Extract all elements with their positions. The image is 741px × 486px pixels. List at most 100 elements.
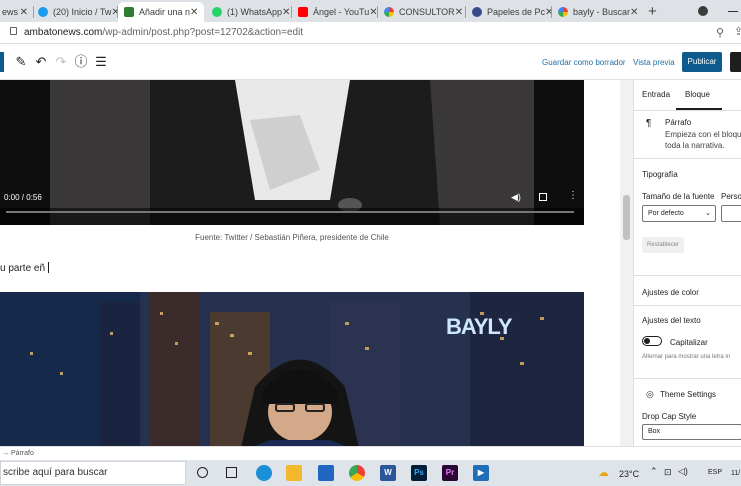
wordpress-icon	[124, 7, 134, 17]
profile-icon[interactable]	[698, 6, 708, 16]
breadcrumb-item[interactable]: → Párrafo	[2, 450, 34, 457]
tab-title: Ángel - YouTu	[313, 7, 370, 17]
block-inserter-button[interactable]	[0, 52, 4, 72]
info-icon[interactable]: ⓘ	[72, 53, 90, 71]
browser-tab-bar: ews ✕ (20) Inicio / Tw ✕ Añadir una n ✕ …	[0, 0, 741, 22]
clock[interactable]: 11/	[731, 470, 740, 477]
toggle-knob	[644, 338, 650, 344]
taskbar-search-placeholder: scribe aquí para buscar	[3, 467, 108, 478]
scrollbar-thumb[interactable]	[623, 195, 630, 240]
preview-button[interactable]: Vista previa	[633, 58, 675, 67]
tab-wordpress[interactable]: Añadir una n ✕	[118, 2, 204, 22]
network-icon[interactable]: ⊡	[664, 467, 672, 478]
close-icon[interactable]: ✕	[20, 7, 34, 18]
cortana-icon[interactable]	[197, 467, 208, 478]
editor-toolbar: ✎ ↶ ↷ ⓘ ☰ Guardar como borrador Vista pr…	[0, 44, 741, 80]
capitalize-label: Capitalizar	[670, 338, 708, 347]
temperature: 23°C	[619, 469, 640, 479]
settings-sidebar: Entrada Bloque ¶ Párrafo Empieza con el …	[633, 80, 741, 446]
volume-tray-icon[interactable]: ◁)	[678, 466, 688, 477]
url-path: /wp-admin/post.php?post=12702&action=edi…	[102, 27, 304, 38]
video-frame-image	[0, 80, 584, 225]
tab-entrada[interactable]: Entrada	[642, 90, 670, 99]
reset-button[interactable]: Restablecer	[642, 237, 684, 253]
zoom-icon[interactable]: ⚲	[716, 26, 724, 39]
tab-youtube[interactable]: Ángel - YouTu ✕	[292, 2, 378, 22]
tab-whatsapp[interactable]: (1) WhatsApp ✕	[206, 2, 292, 22]
bayly-sign: BAYLY	[446, 314, 513, 339]
premiere-icon[interactable]: Pr	[442, 465, 458, 481]
tab-0[interactable]: ews ✕	[0, 2, 34, 22]
drop-cap-select[interactable]: Box	[642, 424, 741, 440]
lock-icon	[10, 27, 17, 35]
paragraph-block-icon: ¶	[646, 118, 652, 129]
minimize-icon[interactable]	[728, 11, 738, 12]
url-field[interactable]: ambatonews.com/wp-admin/post.php?post=12…	[24, 27, 303, 38]
typography-heading[interactable]: Tipografía	[642, 170, 678, 179]
capitalize-toggle[interactable]	[642, 336, 662, 346]
block-description: Empieza con el bloque c	[665, 130, 741, 139]
new-tab-button[interactable]: +	[648, 3, 657, 20]
tab-title: Papeles de Pc	[487, 7, 546, 17]
capitalize-help: Alternar para mostrar una letra in	[642, 354, 731, 360]
language-indicator[interactable]: ESP	[708, 469, 722, 476]
video-embed-pinera[interactable]: 0:00 / 0:56 ◀) ⋮	[0, 80, 584, 225]
papeles-icon	[472, 7, 482, 17]
word-icon[interactable]: W	[380, 465, 396, 481]
video-embed-bayly[interactable]: BAYLY	[0, 292, 584, 446]
paragraph-block[interactable]: u parte eñ	[0, 262, 50, 274]
redo-icon[interactable]: ↷	[52, 53, 70, 71]
tab-bayly[interactable]: bayly - Buscar ✕	[552, 2, 638, 22]
file-explorer-icon[interactable]	[286, 465, 302, 481]
block-breadcrumb[interactable]: → Párrafo	[0, 446, 741, 460]
drop-cap-value: Box	[648, 428, 661, 435]
drop-cap-label: Drop Cap Style	[642, 412, 697, 421]
edge-icon[interactable]	[256, 465, 272, 481]
video-caption[interactable]: Fuente: Twitter / Sebastián Piñera, pres…	[0, 233, 584, 242]
mail-icon[interactable]	[318, 465, 334, 481]
custom-size-label: Perso	[721, 192, 741, 201]
text-settings-heading[interactable]: Ajustes del texto	[642, 316, 701, 325]
font-size-value: Por defecto	[648, 210, 684, 217]
volume-icon[interactable]: ◀)	[511, 192, 521, 203]
tray-chevron-icon[interactable]: ⌃	[650, 466, 658, 477]
close-icon[interactable]: ✕	[630, 7, 638, 18]
tab-title: (1) WhatsApp	[227, 7, 283, 17]
url-domain: ambatonews.com	[24, 27, 103, 38]
tab-title: (20) Inicio / Tw	[53, 7, 112, 17]
tab-bloque[interactable]: Bloque	[685, 90, 710, 99]
media-player-icon[interactable]: ▶	[473, 465, 489, 481]
close-icon[interactable]: ✕	[190, 7, 204, 18]
taskbar-search-box[interactable]: scribe aquí para buscar	[0, 461, 186, 485]
palette-icon: ◎	[646, 389, 654, 399]
more-options-icon[interactable]: ⋮	[568, 190, 578, 201]
photoshop-icon[interactable]: Ps	[411, 465, 427, 481]
fullscreen-icon[interactable]	[539, 193, 547, 201]
font-size-select[interactable]: Por defecto ⌄	[642, 205, 716, 222]
tab-title: Añadir una n	[139, 7, 191, 17]
paragraph-text: u parte eñ	[0, 263, 46, 274]
custom-size-input[interactable]	[721, 205, 741, 222]
list-view-icon[interactable]: ☰	[92, 53, 110, 71]
publish-button[interactable]: Publicar	[682, 52, 722, 72]
theme-settings-heading[interactable]: Theme Settings	[660, 390, 716, 399]
tab-twitter[interactable]: (20) Inicio / Tw ✕	[34, 2, 118, 22]
reset-label: Restablecer	[646, 242, 679, 248]
task-view-icon[interactable]	[226, 467, 237, 478]
undo-icon[interactable]: ↶	[32, 53, 50, 71]
address-bar[interactable]: ambatonews.com/wp-admin/post.php?post=12…	[0, 22, 741, 44]
video-time: 0:00 / 0:56	[4, 193, 42, 202]
pencil-icon[interactable]: ✎	[12, 53, 30, 71]
color-settings-heading[interactable]: Ajustes de color	[642, 288, 699, 297]
tab-consultor[interactable]: CONSULTOR ✕	[378, 2, 466, 22]
youtube-icon	[298, 7, 308, 17]
font-size-label: Tamaño de la fuente	[642, 192, 715, 201]
settings-gear-icon[interactable]	[730, 52, 741, 72]
editor-scrollbar[interactable]	[620, 80, 633, 446]
tab-papeles[interactable]: Papeles de Pc ✕	[466, 2, 552, 22]
text-cursor	[48, 262, 50, 273]
chrome-icon[interactable]	[349, 465, 365, 481]
share-icon[interactable]: ⇪	[734, 25, 741, 38]
weather-icon[interactable]: ☁	[598, 466, 609, 479]
save-draft-button[interactable]: Guardar como borrador	[542, 58, 626, 67]
